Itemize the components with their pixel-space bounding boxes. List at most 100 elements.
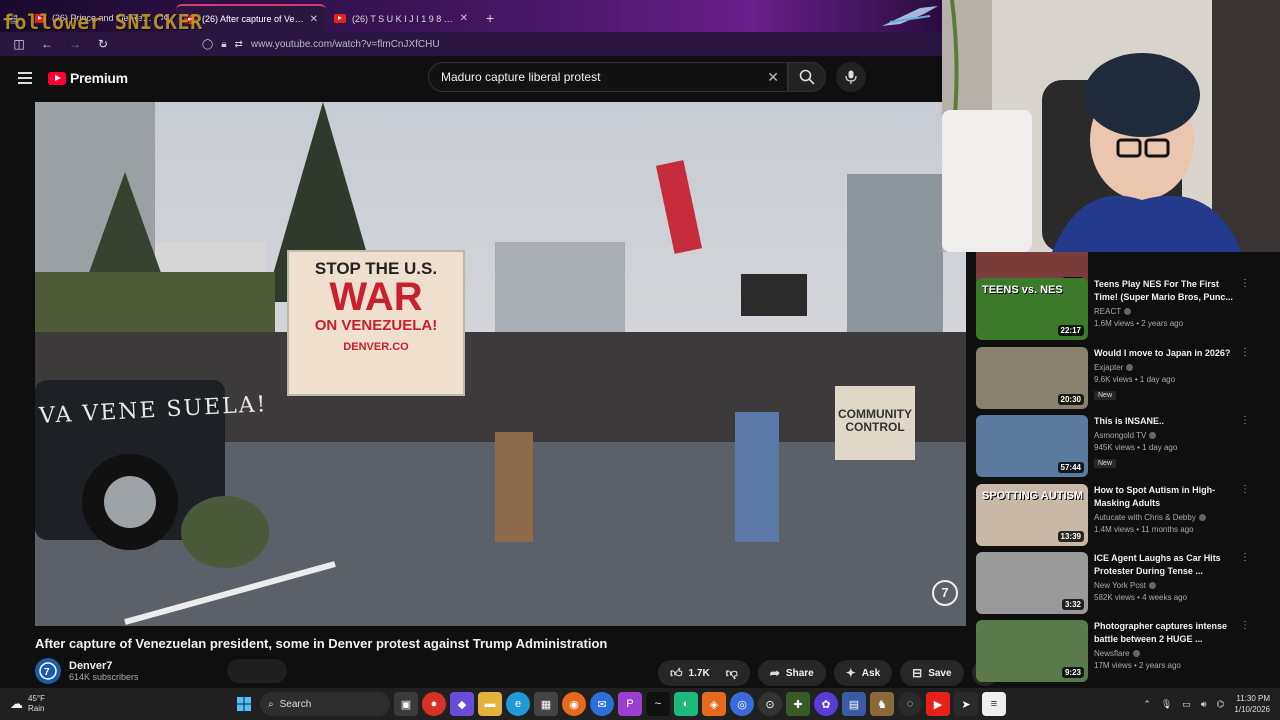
youtube-masthead: Premium Maduro capture liberal protest ✕: [0, 56, 942, 100]
microphone-tray-icon[interactable]: 🎙︎: [1161, 699, 1172, 710]
video-thumbnail[interactable]: SPOTTING AUTISM 13:39: [976, 484, 1088, 546]
search-button[interactable]: [788, 62, 826, 92]
messenger-icon[interactable]: ✉: [590, 692, 614, 716]
video-thumbnail[interactable]: 9:23: [976, 620, 1088, 682]
app-circle-icon[interactable]: ◌: [898, 692, 922, 716]
youtube-logo[interactable]: Premium: [48, 70, 128, 86]
windows-start-icon[interactable]: [232, 692, 256, 716]
chevron-up-icon[interactable]: ⌃: [1143, 699, 1151, 710]
close-tab-icon[interactable]: ✕: [310, 14, 318, 25]
recommendation-channel[interactable]: Exjapter: [1094, 363, 1234, 372]
menu-icon[interactable]: [18, 69, 32, 87]
more-options-icon[interactable]: ⋮: [1240, 415, 1250, 426]
app-purple-icon[interactable]: P: [618, 692, 642, 716]
recommendation-item[interactable]: 57:44 This is INSANE.. Asmongold TV 945K vi…: [976, 415, 1256, 477]
video-thumbnail[interactable]: 20:30: [976, 347, 1088, 409]
save-button[interactable]: ⊟ Save: [900, 660, 964, 686]
recommendation-title[interactable]: Would I move to Japan in 2026?: [1094, 347, 1234, 360]
firefox-icon[interactable]: ◉: [562, 692, 586, 716]
recommendation-item[interactable]: SPOTTING AUTISM 13:39 How to Spot Autism i…: [976, 484, 1256, 546]
video-duration: 22:17: [1057, 325, 1084, 336]
recommendation-item[interactable]: 3:32 ICE Agent Laughs as Car Hits Protest…: [976, 552, 1256, 614]
verified-icon: [1126, 364, 1134, 372]
video-player[interactable]: STOP THE U.S. WAR ON VENEZUELA! DENVER.C…: [35, 102, 966, 626]
recommendation-title[interactable]: Photographer captures intense battle bet…: [1094, 620, 1234, 646]
notepad-icon[interactable]: ≡: [982, 692, 1006, 716]
recommendation-item[interactable]: 20:30 Would I move to Japan in 2026? Exjap…: [976, 347, 1256, 409]
recommendation-channel[interactable]: REACT: [1094, 307, 1234, 316]
address-bar[interactable]: ◯ 🔒︎ ⇄ www.youtube.com/watch?v=flmCnJXfC…: [202, 39, 440, 50]
chrome-icon[interactable]: ●: [422, 692, 446, 716]
channel-name[interactable]: Denver7: [69, 660, 139, 672]
recommendation-channel[interactable]: Asmongold TV: [1094, 431, 1234, 440]
share-button[interactable]: ➦ Share: [757, 660, 826, 686]
forward-icon[interactable]: →: [66, 37, 84, 51]
more-options-icon[interactable]: ⋮: [1240, 552, 1250, 563]
lock-icon[interactable]: 🔒︎: [221, 39, 226, 50]
video-thumbnail[interactable]: TEENS vs. NES 22:17: [976, 278, 1088, 340]
more-options-icon[interactable]: ⋮: [1240, 347, 1250, 358]
app-game-icon[interactable]: ♞: [870, 692, 894, 716]
video-thumbnail[interactable]: 57:44: [976, 415, 1088, 477]
back-icon[interactable]: ←: [38, 37, 56, 51]
tab-tsukiji[interactable]: (26) T S U K I J I 1 9 8 0 - 日本 ✕: [326, 4, 476, 32]
thumbs-down-icon[interactable]: 👎︎: [726, 666, 738, 681]
recommendation-title[interactable]: This is INSANE..: [1094, 415, 1234, 428]
video-duration: 9:23: [1061, 667, 1084, 678]
clock[interactable]: 11:30 PM 1/10/2026: [1234, 693, 1270, 715]
subscribe-button[interactable]: [226, 659, 287, 683]
app-orange-icon[interactable]: ◈: [702, 692, 726, 716]
app-arrow-icon[interactable]: ➤: [954, 692, 978, 716]
more-options-icon[interactable]: ⋮: [1240, 484, 1250, 495]
app-doc-icon[interactable]: ▤: [842, 692, 866, 716]
search-input[interactable]: Maduro capture liberal protest ✕: [428, 62, 788, 92]
file-explorer-icon[interactable]: ▬: [478, 692, 502, 716]
video-thumbnail[interactable]: 3:32: [976, 552, 1088, 614]
app-lime-icon[interactable]: ✚: [786, 692, 810, 716]
clock-time: 11:30 PM: [1236, 694, 1270, 703]
more-options-icon[interactable]: ⋮: [1240, 620, 1250, 631]
weather-widget[interactable]: ☁︎ 45°F Rain: [0, 694, 200, 714]
shield-icon[interactable]: ◯: [202, 39, 213, 50]
recommendation-channel[interactable]: Newsflare: [1094, 649, 1234, 658]
app-green-icon[interactable]: ◐: [674, 692, 698, 716]
sidebar-toggle-icon[interactable]: ◫: [10, 37, 28, 51]
recommendation-channel[interactable]: New York Post: [1094, 581, 1234, 590]
youtube-app-icon[interactable]: ▶: [926, 692, 950, 716]
app-blue-icon[interactable]: ◎: [730, 692, 754, 716]
tab-venezuela[interactable]: (26) After capture of Venezuela ✕: [176, 4, 326, 32]
permissions-icon[interactable]: ⇄: [235, 39, 243, 50]
reload-icon[interactable]: ↻: [94, 37, 112, 51]
recommendation-item[interactable]: 9:23 Photographer captures intense battle…: [976, 620, 1256, 682]
close-tab-icon[interactable]: ✕: [160, 13, 168, 24]
tab-prince[interactable]: (26) Prince and the Revolution ✕: [26, 4, 176, 32]
like-button[interactable]: 👍︎ 1.7K 👎︎: [658, 660, 750, 686]
taskbar-search[interactable]: ⌕ Search: [260, 692, 390, 716]
store-icon[interactable]: ▦: [534, 692, 558, 716]
task-view-icon[interactable]: ▣: [394, 692, 418, 716]
more-options-icon[interactable]: ⋮: [1240, 278, 1250, 289]
clear-search-icon[interactable]: ✕: [767, 69, 779, 86]
recommendation-title[interactable]: Teens Play NES For The First Time! (Supe…: [1094, 278, 1234, 304]
ask-button[interactable]: ✦ Ask: [833, 660, 893, 686]
recommendation-item[interactable]: TEENS vs. NES 22:17 Teens Play NES For The…: [976, 278, 1256, 340]
new-tab-button[interactable]: +: [476, 10, 504, 32]
obs-icon[interactable]: ⊙: [758, 692, 782, 716]
edge-icon[interactable]: e: [506, 692, 530, 716]
voice-search-button[interactable]: [836, 62, 866, 92]
network-icon[interactable]: ⌬: [1217, 699, 1225, 710]
app-violet-icon[interactable]: ✿: [814, 692, 838, 716]
close-tab-icon[interactable]: ✕: [460, 13, 468, 24]
recommendation-channel[interactable]: Autucate with Chris & Debby: [1094, 513, 1234, 522]
channel-info: 7 Denver7 614K subscribers: [35, 658, 287, 684]
tab-list-icon[interactable]: ▤: [0, 4, 26, 32]
terminal-icon[interactable]: ~: [646, 692, 670, 716]
recommendation-title[interactable]: How to Spot Autism in High-Masking Adult…: [1094, 484, 1234, 510]
volume-icon[interactable]: 🔊︎: [1201, 699, 1207, 710]
display-icon[interactable]: ▭: [1182, 699, 1191, 710]
copilot-icon[interactable]: ◆: [450, 692, 474, 716]
recommendation-title[interactable]: ICE Agent Laughs as Car Hits Protester D…: [1094, 552, 1234, 578]
protest-sign: COMMUNITY CONTROL: [835, 386, 915, 460]
channel-avatar[interactable]: 7: [35, 658, 61, 684]
url-text[interactable]: www.youtube.com/watch?v=flmCnJXfCHU: [251, 39, 440, 50]
